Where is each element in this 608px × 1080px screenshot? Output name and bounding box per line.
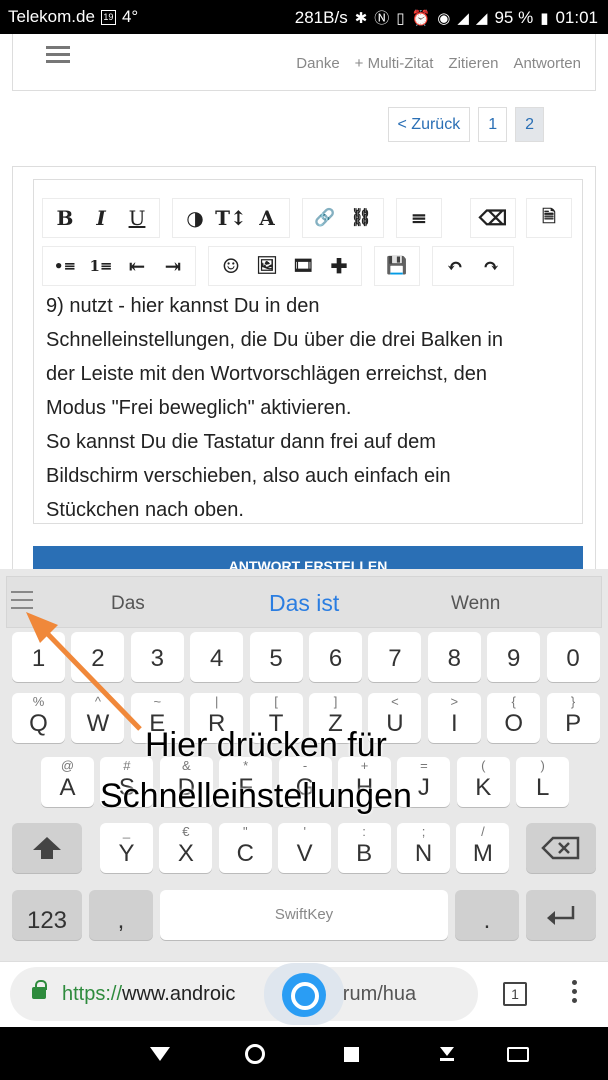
network-speed: 281B/s — [294, 7, 348, 27]
format-group: B I U — [42, 198, 160, 238]
eye-icon: ◉ — [437, 9, 451, 27]
link-icon[interactable]: 🔗 — [307, 200, 343, 236]
post-menu-icon[interactable] — [46, 46, 70, 67]
emoji-icon[interactable]: ☺ — [213, 248, 249, 284]
text-line: 9) nutzt - hier kannst Du in den — [46, 295, 320, 317]
url-scheme: https:// — [62, 983, 123, 1005]
undo-icon[interactable]: ↶ — [437, 248, 473, 284]
style-group: ◑ T↕ A — [172, 198, 290, 238]
url-field[interactable]: https://www.androic e/forum/hua — [10, 967, 478, 1021]
text-line: So kannst Du die Tastatur dann frei auf … — [46, 431, 436, 453]
video-icon[interactable]: 🎞 — [285, 248, 321, 284]
back-icon[interactable] — [150, 1047, 170, 1061]
text-line: Modus "Frei beweglich" aktivieren. — [46, 397, 352, 419]
annotation-line-2: Schnelleinstellungen — [100, 777, 412, 815]
indent-icon[interactable]: ⇥ — [155, 248, 191, 284]
align-icon[interactable]: ≡ — [401, 200, 437, 236]
bluetooth-icon: ✱ — [354, 9, 368, 27]
font-size-icon[interactable]: T↕ — [213, 200, 249, 236]
browser-menu-icon[interactable] — [572, 980, 578, 1007]
quote-link[interactable]: Zitieren — [448, 55, 498, 72]
reply-link[interactable]: Antworten — [513, 55, 581, 72]
redo-icon[interactable]: ↷ — [473, 248, 509, 284]
pager-page-2[interactable]: 2 — [515, 107, 544, 142]
swiftkey-keyboard: Das Das ist Wenn 1 2 3 4 5 6 7 8 9 0% Q ^ W ~ E | R[T] Z <… — [0, 569, 608, 961]
editor-text-area[interactable]: 9) nutzt - hier kannst Du in den Schnell… — [46, 289, 576, 527]
contrast-icon[interactable]: ◑ — [177, 200, 213, 236]
save-icon[interactable]: 💾 — [379, 248, 415, 284]
pagination: < Zurück 1 2 — [387, 107, 544, 142]
system-nav-bar — [0, 1027, 608, 1080]
home-icon[interactable] — [245, 1044, 265, 1064]
status-bar: Telekom.de 19 4° 281B/s ✱ Ⓝ ▯ ⏰ ◉ ◢ ◢ 95… — [0, 0, 608, 34]
text-line: Schnelleinstellungen, die Du über die dr… — [46, 329, 503, 351]
tabs-button[interactable]: 1 — [503, 982, 527, 1006]
download-icon[interactable] — [438, 1045, 456, 1063]
bold-button[interactable]: B — [47, 200, 83, 236]
recents-icon[interactable] — [344, 1047, 359, 1062]
signal-icon: ◢ — [475, 9, 488, 27]
text-line: Bildschirm verschieben, also auch einfac… — [46, 465, 451, 487]
thanks-link[interactable]: Danke — [296, 55, 339, 72]
history-group: ↶ ↷ — [432, 246, 514, 286]
battery-percent: 95 % — [494, 7, 534, 27]
annotation-line-1: Hier drücken für — [145, 726, 387, 764]
battery-icon: ▮ — [540, 9, 549, 27]
vibrate-icon: ▯ — [396, 9, 405, 27]
lock-icon — [32, 980, 47, 999]
source-group: 🗎 — [526, 198, 572, 238]
assistant-icon — [282, 973, 326, 1017]
carrier-label: Telekom.de — [8, 7, 95, 26]
temperature-label: 4° — [121, 7, 139, 26]
clock: 01:01 — [555, 7, 598, 27]
save-group: 💾 — [374, 246, 420, 286]
text-line: Stückchen nach oben. — [46, 499, 244, 521]
multi-quote-link[interactable]: + Multi-Zitat — [355, 55, 434, 72]
keyboard-switch-icon[interactable] — [507, 1047, 529, 1062]
calendar-icon: 19 — [100, 9, 116, 25]
pager-page-1[interactable]: 1 — [478, 107, 508, 142]
eraser-icon[interactable]: ⌫ — [475, 200, 511, 236]
toolbar-row-1: B I U ◑ T↕ A 🔗 ⛓ ≡ — [42, 198, 442, 238]
rich-text-editor: B I U ◑ T↕ A 🔗 ⛓ ≡ ⌫ 🗎 •≡ 1≡ ⇤ ⇥ ☺ 🖼 🎞 ✚… — [33, 179, 583, 524]
pager-back-button[interactable]: < Zurück — [387, 107, 471, 142]
insert-group: ☺ 🖼 🎞 ✚ — [208, 246, 362, 286]
align-group: ≡ — [396, 198, 442, 238]
image-icon[interactable]: 🖼 — [249, 248, 285, 284]
url-host: www.androic — [122, 983, 236, 1005]
annotation-arrow — [26, 612, 142, 731]
text-line: der Leiste mit den Wortvorschlägen errei… — [46, 363, 487, 385]
toolbar-row-2: •≡ 1≡ ⇤ ⇥ ☺ 🖼 🎞 ✚ 💾 ↶ ↷ — [42, 246, 514, 286]
numbered-list-icon[interactable]: 1≡ — [83, 248, 119, 284]
source-icon[interactable]: 🗎 — [531, 200, 567, 236]
nfc-icon: Ⓝ — [374, 10, 390, 27]
toolbar-right: ⌫ 🗎 — [470, 198, 572, 238]
outdent-icon[interactable]: ⇤ — [119, 248, 155, 284]
font-color-icon[interactable]: A — [249, 200, 285, 236]
eraser-group: ⌫ — [470, 198, 516, 238]
link-group: 🔗 ⛓ — [302, 198, 384, 238]
list-group: •≡ 1≡ ⇤ ⇥ — [42, 246, 196, 286]
reply-editor-panel: B I U ◑ T↕ A 🔗 ⛓ ≡ ⌫ 🗎 •≡ 1≡ ⇤ ⇥ ☺ 🖼 🎞 ✚… — [12, 166, 596, 586]
underline-button[interactable]: U — [119, 200, 155, 236]
italic-button[interactable]: I — [83, 200, 119, 236]
wifi-icon: ◢ — [457, 9, 469, 27]
plus-icon[interactable]: ✚ — [321, 248, 357, 284]
unlink-icon[interactable]: ⛓ — [343, 200, 379, 236]
alarm-icon: ⏰ — [411, 9, 431, 27]
post-actions-bar: Danke + Multi-Zitat Zitieren Antworten — [12, 34, 596, 91]
bullet-list-icon[interactable]: •≡ — [47, 248, 83, 284]
assistant-bubble[interactable] — [264, 963, 344, 1025]
